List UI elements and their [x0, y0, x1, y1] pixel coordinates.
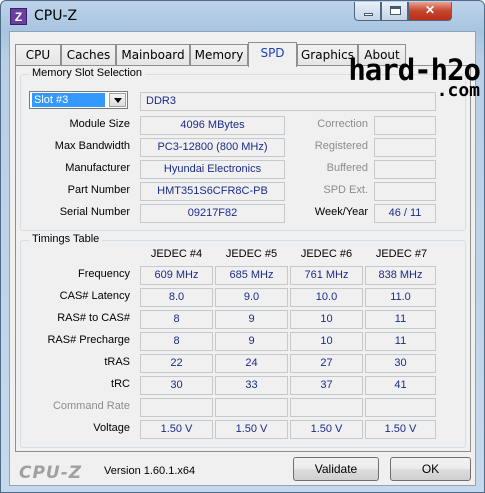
timing-cell: 41 [365, 376, 436, 395]
timing-cell: 33 [215, 376, 288, 395]
close-button[interactable]: ✕ [408, 2, 452, 21]
timing-cell: 30 [365, 354, 436, 373]
tab-memory[interactable]: Memory [190, 44, 248, 66]
window-title: CPU-Z [34, 8, 78, 24]
timing-row-label: Command Rate [52, 400, 130, 412]
timing-row-label: tRC [111, 378, 130, 390]
timing-cell: 761 MHz [290, 266, 363, 285]
timing-cell: 37 [290, 376, 363, 395]
timing-cell: 8 [140, 332, 213, 351]
row-label: Serial Number [59, 206, 130, 218]
minimize-icon [364, 13, 373, 16]
slot-select-value: Slot #3 [32, 93, 105, 107]
timing-cell: 1.50 V [140, 420, 213, 439]
maximize-icon [390, 6, 401, 15]
correction-label: Correction [317, 118, 368, 130]
timing-cell: 609 MHz [140, 266, 213, 285]
week-year-label: Week/Year [314, 206, 368, 218]
tab-mainboard[interactable]: Mainboard [116, 44, 190, 66]
timing-cell: 8 [140, 310, 213, 329]
row-label: Manufacturer [65, 162, 130, 174]
buffered-value [374, 160, 436, 179]
version-label: Version 1.60.1.x64 [104, 465, 196, 477]
timing-cell: 27 [290, 354, 363, 373]
timing-cell: 838 MHz [365, 266, 436, 285]
tab-spd[interactable]: SPD [248, 42, 297, 67]
timing-cell: 1.50 V [290, 420, 363, 439]
timing-cell: 11 [365, 310, 436, 329]
timing-row-label: tRAS [104, 356, 130, 368]
tab-cpu[interactable]: CPU [15, 44, 61, 66]
timing-cell: 685 MHz [215, 266, 288, 285]
buffered-label: Buffered [326, 162, 368, 174]
timing-cell: 9 [215, 310, 288, 329]
timing-cell: 11.0 [365, 288, 436, 307]
timing-cell: 8.0 [140, 288, 213, 307]
part-number-value: HMT351S6CFR8C-PB [140, 182, 285, 201]
close-icon: ✕ [424, 3, 436, 17]
cpuz-brand-logo: CPU-Z [19, 463, 83, 483]
row-label: Part Number [67, 184, 130, 196]
timing-cell: 9.0 [215, 288, 288, 307]
column-header: JEDEC #5 [225, 248, 278, 260]
slot-select[interactable]: Slot #3 [29, 91, 128, 109]
timing-row-label: RAS# to CAS# [57, 312, 130, 324]
timing-cell: 11 [365, 332, 436, 351]
group-legend: Memory Slot Selection [29, 67, 146, 79]
max-bandwidth-value: PC3-12800 (800 MHz) [140, 138, 285, 157]
cpuz-app-icon[interactable]: Z [10, 8, 27, 25]
timing-row-label: RAS# Precharge [47, 334, 130, 346]
timing-cell [365, 398, 436, 417]
tab-caches[interactable]: Caches [61, 44, 116, 66]
module-size-value: 4096 MBytes [140, 116, 285, 135]
week-year-value: 46 / 11 [374, 204, 436, 223]
row-label: Max Bandwidth [54, 140, 130, 152]
timing-row-label: CAS# Latency [59, 290, 130, 302]
timing-cell [140, 398, 213, 417]
ok-button[interactable]: OK [390, 457, 471, 481]
correction-value [374, 116, 436, 135]
serial-number-value: 09217F82 [140, 204, 285, 223]
spd-panel: Memory Slot Selection Slot #3 DDR3 Modul… [15, 65, 471, 452]
timing-cell: 24 [215, 354, 288, 373]
timing-row-label: Voltage [93, 422, 130, 434]
row-label: Module Size [69, 118, 130, 130]
title-bar[interactable]: Z CPU-Z ✕ [1, 1, 484, 31]
hard-h2o-watermark: hard-h2o .com [310, 56, 481, 100]
chevron-down-icon[interactable] [109, 93, 126, 107]
manufacturer-value: Hyundai Electronics [140, 160, 285, 179]
spd-ext-value [374, 182, 436, 201]
timing-cell: 10 [290, 332, 363, 351]
column-header: JEDEC #6 [300, 248, 353, 260]
registered-value [374, 138, 436, 157]
maximize-button[interactable] [381, 2, 408, 21]
timing-cell: 9 [215, 332, 288, 351]
timing-cell: 1.50 V [215, 420, 288, 439]
timing-cell: 30 [140, 376, 213, 395]
timing-row-label: Frequency [78, 268, 130, 280]
minimize-button[interactable] [354, 2, 381, 21]
timing-cell: 10 [290, 310, 363, 329]
column-header: JEDEC #4 [150, 248, 203, 260]
validate-button[interactable]: Validate [293, 457, 379, 481]
timing-cell: 1.50 V [365, 420, 436, 439]
timing-cell: 22 [140, 354, 213, 373]
group-legend: Timings Table [29, 233, 103, 245]
timing-cell [290, 398, 363, 417]
registered-label: Registered [314, 140, 368, 152]
cpuz-window: Z CPU-Z ✕ CPU Caches Mainboard Memory SP… [0, 0, 485, 493]
spd-ext-label: SPD Ext. [323, 184, 368, 196]
column-header: JEDEC #7 [375, 248, 428, 260]
client-area: CPU Caches Mainboard Memory SPD Graphics… [9, 31, 481, 486]
timing-cell: 10.0 [290, 288, 363, 307]
timing-cell [215, 398, 288, 417]
